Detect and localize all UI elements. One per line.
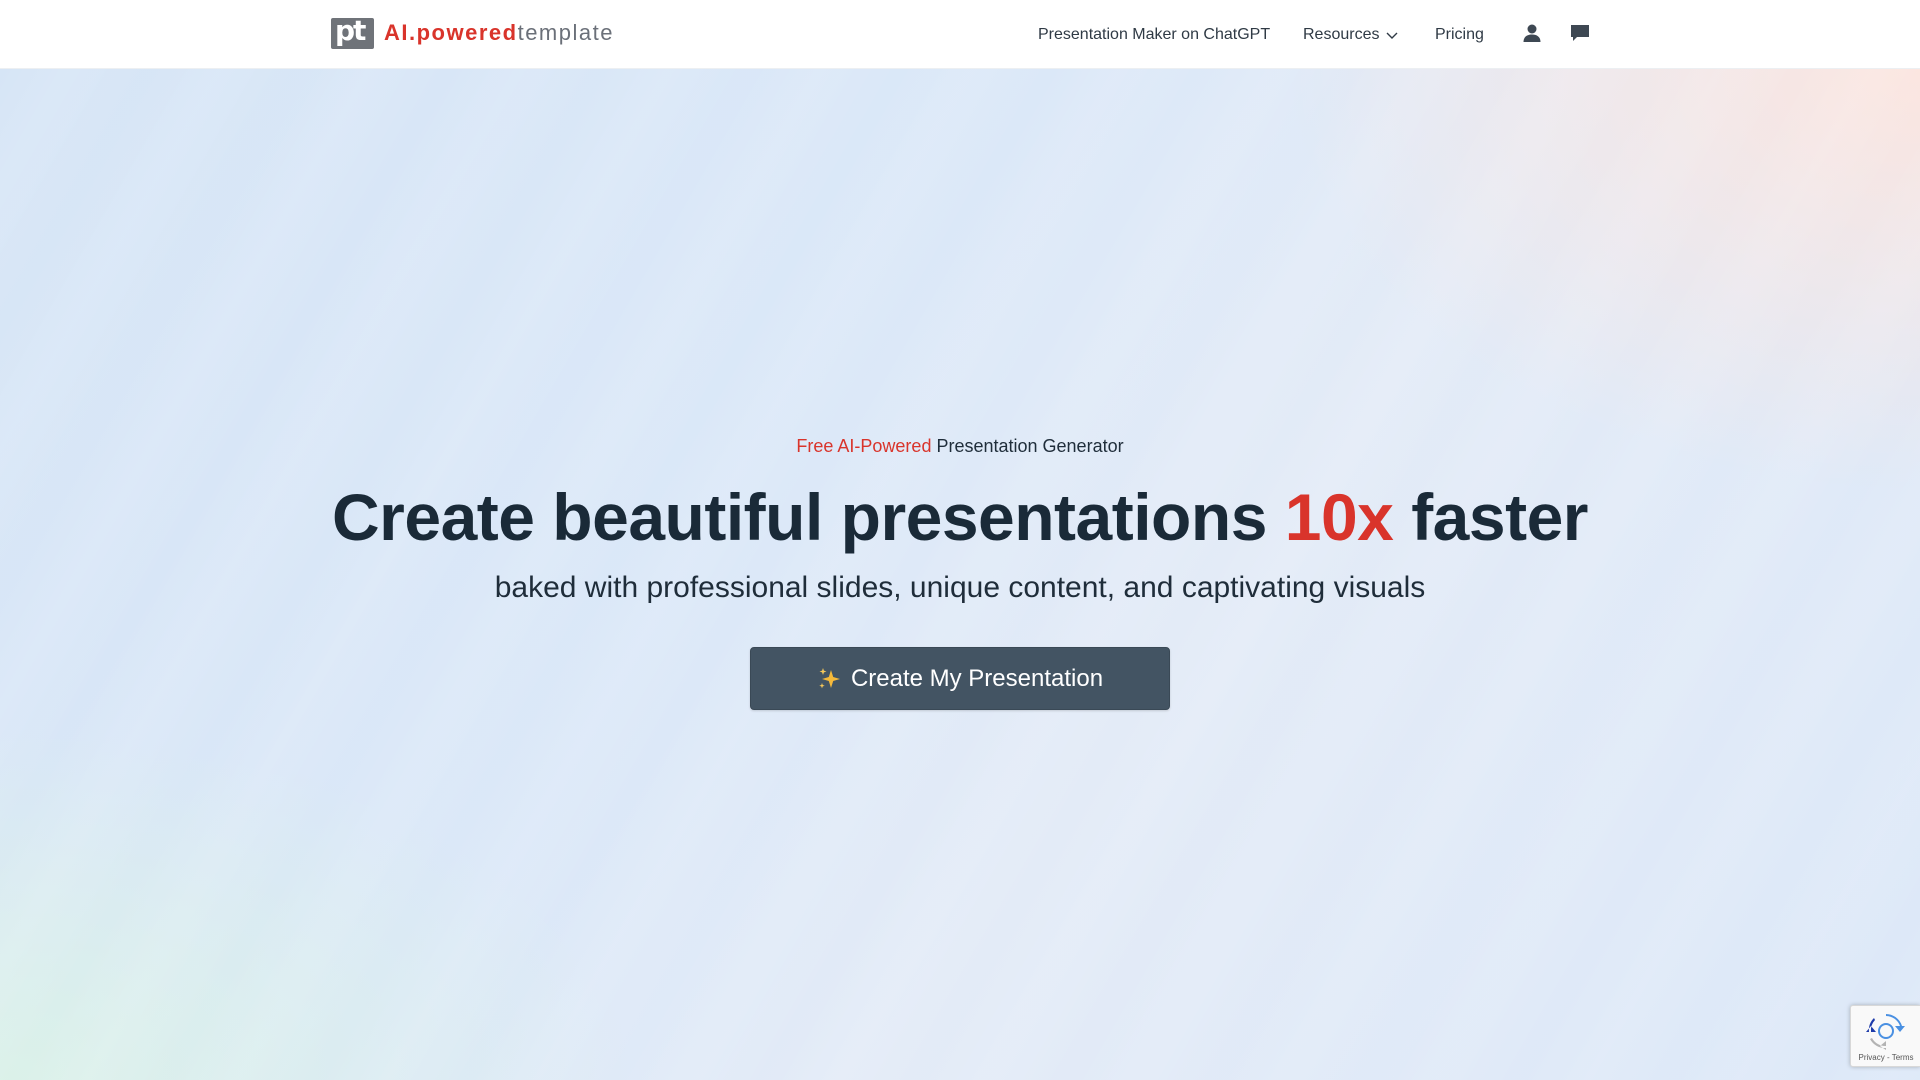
sparkle-icon xyxy=(819,667,840,688)
main-nav-item-chatgpt: Presentation Maker on ChatGPT xyxy=(1038,0,1270,69)
hero-headline: Create beautiful presentations 10x faste… xyxy=(0,479,1920,555)
hero-headline-after: faster xyxy=(1393,480,1588,554)
recaptcha-icon xyxy=(1866,1014,1905,1050)
nav-link-presentation-maker-chatgpt[interactable]: Presentation Maker on ChatGPT xyxy=(1038,26,1270,44)
hero-eyebrow: Free AI-Powered Presentation Generator xyxy=(0,436,1920,457)
logo-wordmark: AI.poweredtemplate xyxy=(384,17,614,49)
user-icon[interactable] xyxy=(1521,22,1543,44)
recaptcha-links[interactable]: Privacy - Terms xyxy=(1851,1053,1920,1062)
logo-mark: pt xyxy=(331,13,374,49)
create-presentation-button[interactable]: Create My Presentation xyxy=(750,647,1170,710)
hero-subheadline: baked with professional slides, unique c… xyxy=(494,571,1426,604)
logo-brand-part1: AI.powered xyxy=(384,20,518,45)
create-presentation-button-label: Create My Presentation xyxy=(850,664,1104,692)
hero-headline-before: Create beautiful presentations xyxy=(332,480,1285,554)
main-nav-item-resources: Resources xyxy=(1303,0,1399,69)
chat-icon[interactable] xyxy=(1569,22,1591,44)
hero-eyebrow-accent: Free AI-Powered xyxy=(796,436,932,456)
main-nav-item-pricing: Pricing xyxy=(1435,0,1484,69)
logo-link[interactable]: pt AI.poweredtemplate xyxy=(331,13,614,49)
hero-section: Free AI-Powered Presentation Generator C… xyxy=(0,69,1920,1080)
nav-link-resources-label: Resources xyxy=(1303,25,1380,43)
nav-link-resources[interactable]: Resources xyxy=(1303,26,1399,44)
hero-eyebrow-rest: Presentation Generator xyxy=(936,436,1124,456)
nav-link-pricing[interactable]: Pricing xyxy=(1435,26,1484,44)
site-header: pt AI.poweredtemplate Presentation Maker… xyxy=(0,0,1920,69)
logo-mark-text: pt xyxy=(335,13,366,47)
chevron-down-icon xyxy=(1386,32,1398,39)
hero-headline-accent: 10x xyxy=(1284,480,1394,554)
logo-brand-part2: template xyxy=(517,20,614,45)
recaptcha-badge[interactable]: Privacy - Terms xyxy=(1850,1005,1920,1067)
